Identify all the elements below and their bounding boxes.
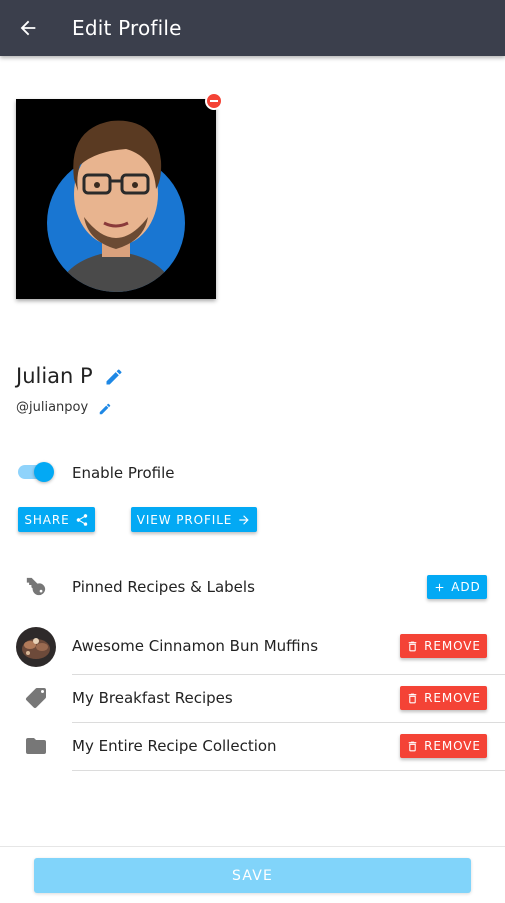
arrow-right-icon <box>239 514 249 525</box>
profile-handle: @julianpoy <box>16 400 89 415</box>
pinned-item-label: My Breakfast Recipes <box>72 689 233 707</box>
remove-button[interactable]: REMOVE <box>400 734 487 758</box>
share-button[interactable]: SHARE <box>18 507 95 532</box>
view-profile-button[interactable]: VIEW PROFILE <box>131 507 257 532</box>
trash-icon <box>408 741 417 751</box>
enable-profile-toggle[interactable] <box>18 462 54 482</box>
remove-button[interactable]: REMOVE <box>400 686 487 710</box>
edit-name-button[interactable] <box>104 367 124 387</box>
view-profile-label: VIEW PROFILE <box>136 512 233 527</box>
back-button[interactable] <box>14 14 42 42</box>
label-tag-icon <box>25 688 47 709</box>
divider <box>72 722 505 723</box>
enable-profile-label: Enable Profile <box>72 464 175 482</box>
add-button-label: ADD <box>451 580 481 594</box>
avatar[interactable] <box>16 99 216 299</box>
pinned-section-title: Pinned Recipes & Labels <box>72 578 255 596</box>
add-pinned-button[interactable]: ADD <box>427 575 487 599</box>
label-tag-icon-wrap <box>16 678 56 718</box>
app-bar: Edit Profile <box>0 0 505 56</box>
key-icon <box>26 577 46 596</box>
recipe-image <box>16 627 56 667</box>
bottom-bar: SAVE <box>0 846 505 903</box>
divider <box>72 770 505 771</box>
key-icon-wrap <box>16 567 56 607</box>
avatar-image <box>16 99 216 299</box>
profile-name: Julian P <box>16 364 93 388</box>
remove-avatar-button[interactable] <box>205 92 223 110</box>
save-button[interactable]: SAVE <box>34 858 471 893</box>
pencil-icon <box>106 369 122 385</box>
pinned-item-label: Awesome Cinnamon Bun Muffins <box>72 637 319 655</box>
arrow-left-icon <box>20 20 36 36</box>
share-icon <box>76 513 87 526</box>
edit-handle-button[interactable] <box>98 401 112 415</box>
trash-icon <box>408 693 417 703</box>
pinned-item-label: My Entire Recipe Collection <box>72 737 277 755</box>
pencil-icon <box>99 403 111 415</box>
trash-icon <box>408 641 417 651</box>
divider <box>72 674 505 675</box>
remove-button-label: REMOVE <box>424 739 481 753</box>
remove-button-label: REMOVE <box>424 639 481 653</box>
recipe-thumbnail <box>16 627 56 667</box>
folder-icon <box>26 738 46 754</box>
remove-button-label: REMOVE <box>424 691 481 705</box>
page-title: Edit Profile <box>72 16 182 40</box>
share-button-label: SHARE <box>24 512 70 527</box>
plus-icon <box>436 583 444 591</box>
remove-button[interactable]: REMOVE <box>400 634 487 658</box>
toggle-thumb <box>34 462 54 482</box>
minus-icon <box>210 100 218 102</box>
folder-icon-wrap <box>16 726 56 766</box>
